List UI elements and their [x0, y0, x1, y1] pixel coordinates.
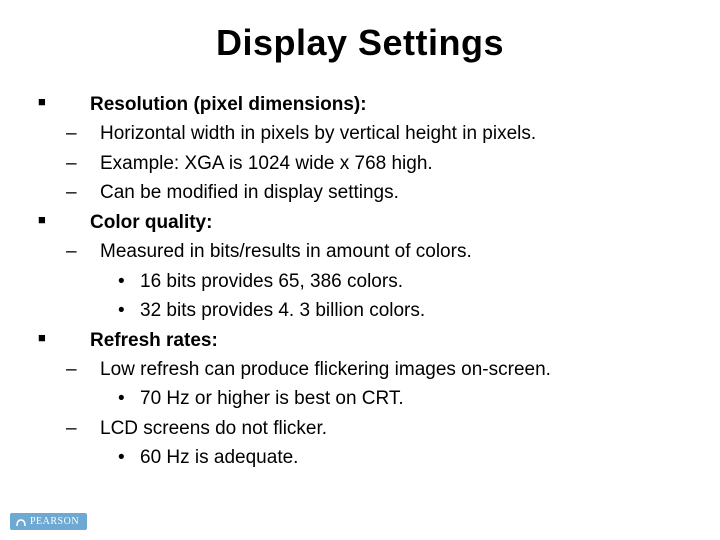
- dash-icon: –: [30, 355, 100, 384]
- dot-row: • 60 Hz is adequate.: [30, 443, 690, 472]
- dash-row: – Example: XGA is 1024 wide x 768 high.: [30, 149, 690, 178]
- dot-icon: •: [30, 296, 140, 325]
- dash-icon: –: [30, 237, 100, 266]
- dash-text: Example: XGA is 1024 wide x 768 high.: [100, 149, 690, 178]
- bullet-row: ■ Resolution (pixel dimensions):: [30, 90, 690, 119]
- bullet-row: ■ Color quality:: [30, 208, 690, 237]
- bullet-heading: Resolution (pixel dimensions):: [90, 90, 690, 119]
- dot-text: 70 Hz or higher is best on CRT.: [140, 384, 690, 413]
- brand-mark-icon: [16, 517, 26, 527]
- dash-icon: –: [30, 119, 100, 148]
- slide: Display Settings ■ Resolution (pixel dim…: [0, 0, 720, 540]
- dot-text: 60 Hz is adequate.: [140, 443, 690, 472]
- bullet-heading: Color quality:: [90, 208, 690, 237]
- dot-text: 32 bits provides 4. 3 billion colors.: [140, 296, 690, 325]
- square-bullet-icon: ■: [30, 210, 90, 239]
- square-bullet-icon: ■: [30, 328, 90, 357]
- dash-text: Measured in bits/results in amount of co…: [100, 237, 690, 266]
- dot-row: • 70 Hz or higher is best on CRT.: [30, 384, 690, 413]
- dash-row: – Horizontal width in pixels by vertical…: [30, 119, 690, 148]
- dot-text: 16 bits provides 65, 386 colors.: [140, 267, 690, 296]
- slide-content: ■ Resolution (pixel dimensions): – Horiz…: [0, 64, 720, 473]
- dot-row: • 16 bits provides 65, 386 colors.: [30, 267, 690, 296]
- dot-icon: •: [30, 443, 140, 472]
- dash-icon: –: [30, 414, 100, 443]
- dot-icon: •: [30, 267, 140, 296]
- dash-icon: –: [30, 178, 100, 207]
- brand-logo: PEARSON: [10, 513, 87, 530]
- dash-row: – Can be modified in display settings.: [30, 178, 690, 207]
- dash-row: – Low refresh can produce flickering ima…: [30, 355, 690, 384]
- dash-row: – Measured in bits/results in amount of …: [30, 237, 690, 266]
- slide-title: Display Settings: [0, 0, 720, 64]
- dash-text: Horizontal width in pixels by vertical h…: [100, 119, 690, 148]
- dash-icon: –: [30, 149, 100, 178]
- dash-row: – LCD screens do not flicker.: [30, 414, 690, 443]
- dash-text: Low refresh can produce flickering image…: [100, 355, 690, 384]
- brand-text: PEARSON: [30, 516, 79, 527]
- dot-icon: •: [30, 384, 140, 413]
- dot-row: • 32 bits provides 4. 3 billion colors.: [30, 296, 690, 325]
- square-bullet-icon: ■: [30, 92, 90, 121]
- dash-text: LCD screens do not flicker.: [100, 414, 690, 443]
- dash-text: Can be modified in display settings.: [100, 178, 690, 207]
- bullet-row: ■ Refresh rates:: [30, 326, 690, 355]
- bullet-heading: Refresh rates:: [90, 326, 690, 355]
